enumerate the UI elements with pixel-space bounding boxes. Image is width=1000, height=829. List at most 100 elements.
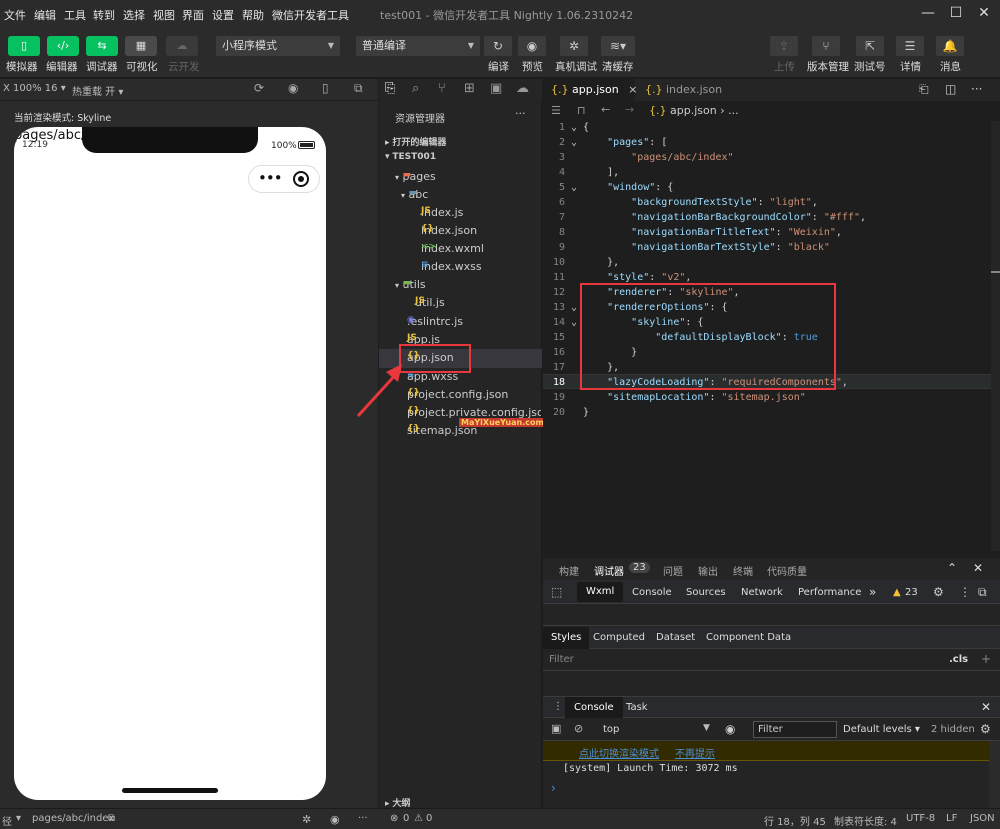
phone-icon[interactable]: ▯ <box>322 81 329 95</box>
code-line[interactable]: "navigationBarBackgroundColor": "#fff", <box>583 212 866 223</box>
more-icon[interactable]: ••• <box>258 169 283 187</box>
console-prompt-icon[interactable]: › <box>551 781 556 795</box>
tab-problems[interactable]: 问题 <box>663 563 683 578</box>
remote-debug-button[interactable]: ✲ <box>560 36 588 56</box>
more-tabs-icon[interactable]: » <box>869 585 876 599</box>
debugger-toggle-button[interactable]: ⇆ <box>86 36 118 56</box>
kebab-icon[interactable]: ⋮ <box>959 585 971 599</box>
dont-show-again-link[interactable]: 不再提示 <box>675 745 715 760</box>
tab-sources[interactable]: Sources <box>686 587 726 598</box>
switch-render-mode-link[interactable]: 点此切换渲染模式 <box>579 745 659 760</box>
console-scrollbar[interactable] <box>989 741 1000 808</box>
tree-item-abc[interactable]: ▾ ▬ abc <box>401 188 428 201</box>
compile-select[interactable]: 普通编译 ▼ <box>356 36 480 56</box>
code-line[interactable]: "backgroundTextStyle": "light", <box>583 197 818 208</box>
code-line[interactable]: ], <box>583 167 619 178</box>
tree-item-utils[interactable]: ▾ ▬ utils <box>395 278 426 291</box>
hot-reload-toggle[interactable]: 热重载 开 ▾ <box>72 83 123 98</box>
tab-computed[interactable]: Computed <box>593 632 645 643</box>
tab-dataset[interactable]: Dataset <box>656 632 695 643</box>
open-changes-icon[interactable]: ⎗ <box>919 82 929 97</box>
version-button[interactable]: ⑂ <box>812 36 840 56</box>
fold-chevron-icon[interactable]: ⌄ <box>567 182 577 193</box>
fold-chevron-icon[interactable]: ⌄ <box>567 137 577 148</box>
menu-interface[interactable]: 界面 <box>182 7 204 23</box>
tree-item-eslintrc[interactable]: ◉ .eslintrc.js <box>407 315 463 328</box>
code-line[interactable]: "window": { <box>583 182 673 193</box>
tab-task[interactable]: Task <box>626 702 648 713</box>
menu-file[interactable]: 文件 <box>4 7 26 23</box>
context-select[interactable]: top <box>603 724 619 735</box>
dock-icon[interactable]: ⧉ <box>978 585 987 600</box>
code-line[interactable]: }, <box>583 257 619 268</box>
cloud-icon[interactable]: ☁ <box>516 81 529 96</box>
code-line[interactable]: "pages/abc/index" <box>583 152 733 163</box>
record-icon[interactable]: ◉ <box>288 81 298 95</box>
upload-button[interactable]: ⇪ <box>770 36 798 56</box>
eye-icon[interactable]: ◉ <box>330 813 340 826</box>
preview-button[interactable]: ◉ <box>518 36 546 56</box>
bug-icon[interactable]: ✲ <box>302 813 311 826</box>
menu-select[interactable]: 选择 <box>123 7 145 23</box>
rotate-icon[interactable]: ⟳ <box>254 81 264 95</box>
inspect-icon[interactable]: ⬚ <box>551 585 562 599</box>
mode-select[interactable]: 小程序模式 ▼ <box>216 36 340 56</box>
editor-scrollbar[interactable] <box>991 121 1000 551</box>
breadcrumb[interactable]: {.} app.json › ... <box>649 104 739 117</box>
image-icon[interactable]: ▣ <box>490 81 502 96</box>
chevron-up-icon[interactable]: ⌃ <box>947 561 957 575</box>
menu-edit[interactable]: 编辑 <box>34 7 56 23</box>
tree-item-pages[interactable]: ▾ ▬ pages <box>395 170 436 183</box>
back-icon[interactable]: ← <box>601 103 610 116</box>
forward-icon[interactable]: → <box>625 103 634 116</box>
current-page-path[interactable]: pages/abc/index <box>32 813 114 824</box>
tab-drawer-console[interactable]: Console <box>565 697 623 718</box>
cls-toggle[interactable]: .cls <box>949 654 968 665</box>
chevron-down-icon[interactable]: ▾ <box>16 813 21 824</box>
language-mode[interactable]: JSON <box>970 813 995 824</box>
extensions-icon[interactable]: ⊞ <box>464 81 475 96</box>
more-icon[interactable]: ··· <box>515 107 526 120</box>
simulator-toggle-button[interactable]: ▯ <box>8 36 40 56</box>
code-line[interactable]: "style": "v2", <box>583 272 691 283</box>
chevron-down-icon[interactable]: ▼ <box>703 723 710 733</box>
menu-devtools[interactable]: 微信开发者工具 <box>272 7 349 23</box>
tree-item-index-json[interactable]: {} index.json <box>421 224 477 237</box>
clear-console-icon[interactable]: ⊘ <box>574 722 583 735</box>
gear-icon[interactable]: ⚙ <box>980 722 991 736</box>
tab-index-json[interactable]: {.} index.json <box>637 79 733 101</box>
code-line[interactable]: "navigationBarTextStyle": "black" <box>583 242 830 253</box>
cursor-position[interactable]: 行 18，列 45 <box>764 813 826 828</box>
more-icon[interactable]: ··· <box>971 82 982 96</box>
clear-cache-button[interactable]: ≋▾ <box>601 36 635 56</box>
levels-select[interactable]: Default levels ▾ <box>843 724 920 735</box>
menu-goto[interactable]: 转到 <box>93 7 115 23</box>
code-line[interactable]: "pages": [ <box>583 137 667 148</box>
menu-settings[interactable]: 设置 <box>212 7 234 23</box>
bookmark-icon[interactable]: ⊓ <box>577 104 586 117</box>
tab-wxml[interactable]: Wxml <box>577 582 624 602</box>
close-target-icon[interactable] <box>293 171 309 187</box>
phone-screen[interactable]: pages/abc/ 12:19 100% ••• <box>14 127 326 800</box>
more-icon[interactable]: ··· <box>358 813 368 824</box>
messages-button[interactable]: 🔔 <box>936 36 964 56</box>
minimize-icon[interactable]: — <box>918 4 938 22</box>
split-editor-icon[interactable]: ◫ <box>945 82 956 96</box>
tree-item-index-wxss[interactable]: ≡ index.wxss <box>421 260 482 273</box>
editor-toggle-button[interactable]: ‹/› <box>47 36 79 56</box>
copy-icon[interactable]: ⧉ <box>108 813 115 824</box>
gear-icon[interactable]: ⚙ <box>933 585 944 599</box>
tab-build[interactable]: 构建 <box>559 563 579 578</box>
encoding[interactable]: UTF-8 <box>906 813 935 824</box>
tab-app-json[interactable]: {.} app.json × <box>543 79 637 101</box>
compile-button[interactable]: ↻ <box>484 36 512 56</box>
fold-chevron-icon[interactable]: ⌄ <box>567 317 577 328</box>
menu-help[interactable]: 帮助 <box>242 7 264 23</box>
tab-output[interactable]: 输出 <box>698 563 718 578</box>
tab-performance[interactable]: Performance <box>798 587 861 598</box>
eye-icon[interactable]: ◉ <box>725 722 735 736</box>
open-editors-section[interactable]: ▸ 打开的编辑器 <box>385 135 446 148</box>
close-icon[interactable]: ✕ <box>973 561 983 575</box>
warning-count-status[interactable]: 0 <box>426 813 432 824</box>
close-icon[interactable]: ✕ <box>974 4 994 22</box>
